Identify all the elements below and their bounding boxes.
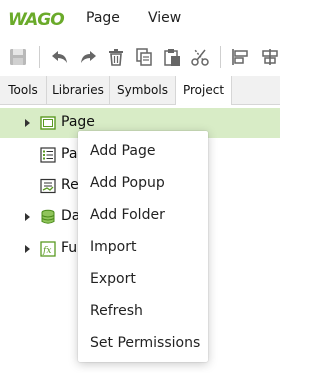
expand-arrow-icon[interactable] <box>25 213 30 221</box>
menu-item-refresh[interactable]: Refresh <box>90 303 143 319</box>
cut-icon[interactable] <box>190 47 210 67</box>
tab-tools[interactable]: Tools <box>0 76 47 104</box>
paste-icon[interactable] <box>162 47 182 67</box>
menu-item-add-page[interactable]: Add Page <box>90 143 155 159</box>
menu-view[interactable]: View <box>148 10 181 26</box>
menu-item-add-popup[interactable]: Add Popup <box>90 175 165 191</box>
tab-project[interactable]: Project <box>176 76 232 105</box>
database-icon <box>41 209 55 224</box>
wago-logo: WAGO <box>8 10 65 29</box>
delete-icon[interactable] <box>106 47 126 67</box>
tree-item-label: Fu <box>61 240 78 256</box>
menu-page[interactable]: Page <box>86 10 120 26</box>
expand-arrow-icon[interactable] <box>25 245 30 253</box>
align-left-icon[interactable] <box>230 47 250 67</box>
align-center-icon[interactable] <box>260 47 280 67</box>
tree-item-label: Re <box>61 177 79 193</box>
svg-text:WAGO: WAGO <box>8 10 64 29</box>
tab-libraries[interactable]: Libraries <box>47 76 110 104</box>
menu-item-export[interactable]: Export <box>90 271 136 287</box>
toolbar-separator <box>39 46 40 68</box>
context-menu: Add Page Add Popup Add Folder Import Exp… <box>78 131 208 362</box>
menu-item-add-folder[interactable]: Add Folder <box>90 207 165 223</box>
page-icon <box>40 116 56 130</box>
redo-icon[interactable] <box>78 47 98 67</box>
report-icon <box>40 178 56 194</box>
copy-icon[interactable] <box>134 47 154 67</box>
undo-icon[interactable] <box>50 47 70 67</box>
menu-bar: WAGO Page View <box>0 0 280 38</box>
menu-item-import[interactable]: Import <box>90 239 136 255</box>
tab-symbols[interactable]: Symbols <box>110 76 176 104</box>
list-icon <box>40 147 56 163</box>
svg-text:fx: fx <box>42 246 51 256</box>
menu-item-set-permissions[interactable]: Set Permissions <box>90 335 200 351</box>
tree-item-label: Page <box>61 114 95 130</box>
function-icon: fx <box>40 241 56 257</box>
tree-item-label: Pa <box>61 146 78 162</box>
expand-arrow-icon[interactable] <box>25 119 30 127</box>
save-icon[interactable] <box>8 47 28 67</box>
toolbar-separator <box>220 46 221 68</box>
